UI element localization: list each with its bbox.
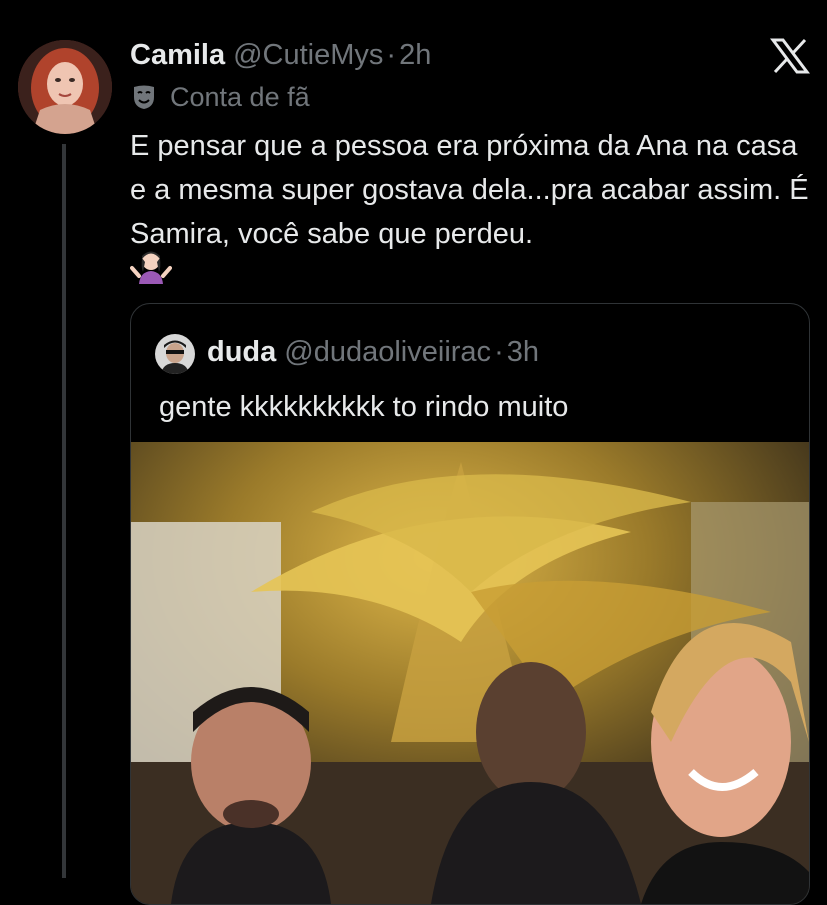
quoted-header: duda @dudaoliveiirac · 3h — [207, 333, 539, 371]
quoted-author-name[interactable]: duda — [207, 333, 276, 371]
fan-account-badge[interactable]: Conta de fã — [130, 80, 310, 114]
quoted-post[interactable]: duda @dudaoliveiirac · 3h gente kkkkkkkk… — [130, 303, 810, 905]
quoted-text: gente kkkkkkkkkk to rindo muito — [159, 391, 569, 423]
separator-dot: · — [386, 39, 397, 71]
author-name[interactable]: Camila — [130, 36, 225, 74]
quoted-time[interactable]: 3h — [507, 333, 539, 371]
author-avatar-image — [18, 40, 112, 134]
post-header: Camila @CutieMys · 2h — [130, 36, 431, 74]
video-thumbnail — [131, 442, 809, 904]
author-handle[interactable]: @CutieMys — [233, 36, 383, 74]
post-time[interactable]: 2h — [399, 36, 431, 74]
author-avatar[interactable] — [18, 40, 112, 134]
person-shrugging-emoji — [130, 250, 172, 284]
quoted-author-handle[interactable]: @dudaoliveiirac — [284, 333, 491, 371]
badge-label: Conta de fã — [170, 81, 310, 112]
x-logo-icon[interactable] — [770, 38, 810, 74]
separator-dot: · — [494, 336, 504, 368]
quoted-author-avatar[interactable] — [155, 334, 195, 374]
video-frame[interactable] — [131, 442, 809, 904]
post-text: E pensar que a pessoa era próxima da Ana… — [130, 130, 809, 250]
theater-mask-icon — [130, 83, 158, 111]
thread-line — [62, 144, 66, 878]
